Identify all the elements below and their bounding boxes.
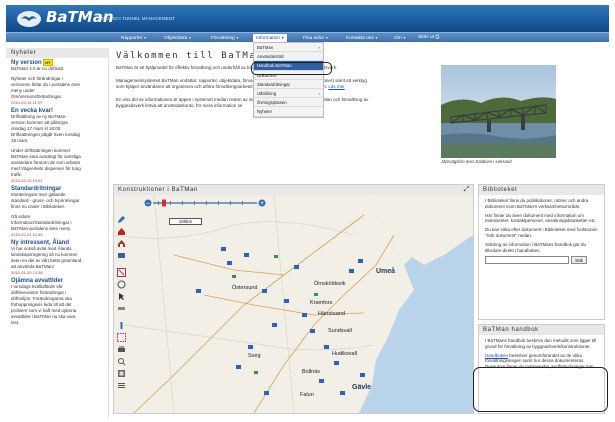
printer-icon: ⎙ bbox=[435, 35, 440, 40]
city-label: Härnösand bbox=[318, 311, 345, 317]
legend-icon[interactable] bbox=[117, 381, 126, 390]
chevron-down-icon: ▼ bbox=[281, 36, 285, 40]
nav-information[interactable]: Information▼ bbox=[253, 34, 288, 42]
info-icon[interactable] bbox=[117, 321, 126, 330]
handboken-link[interactable]: Handboken bbox=[485, 353, 508, 358]
svg-text:−: − bbox=[145, 200, 150, 207]
nav-forvaltning[interactable]: Förvaltning▼ bbox=[211, 34, 239, 42]
measure-icon[interactable] bbox=[117, 304, 126, 313]
news-item: Ojämna avvattlder I torsdags kvällutfärd… bbox=[11, 278, 105, 326]
select-area-icon[interactable] bbox=[117, 333, 126, 342]
handbok-title: BaTMan handbok bbox=[479, 325, 604, 335]
nav-skriv-ut[interactable]: Skriv ut ⎙ bbox=[418, 34, 439, 42]
house-red-icon[interactable] bbox=[117, 227, 126, 236]
expand-icon[interactable]: ⤢ bbox=[464, 186, 470, 194]
menu-item-ovningsplatsen[interactable]: Övningsplatsen bbox=[254, 98, 323, 108]
city-label: Umeå bbox=[376, 268, 396, 275]
document-search: Sök bbox=[485, 256, 598, 265]
read-more-link[interactable]: Läs mer bbox=[328, 84, 344, 89]
map-panel: Konstruktioner i BaTMan ⤢ − + 100km Umeå… bbox=[113, 184, 474, 414]
news-item-body: BaTMan 4.0 är nu driftsatt. Nyheter och … bbox=[11, 66, 81, 99]
main-nav: Rapporter▼ Objektdata▼ Förvaltning▼ Info… bbox=[6, 32, 609, 42]
logo-subtitle: BRO OCH TUNNEL MANAGEMENT bbox=[99, 16, 176, 21]
information-dropdown: BaTMan › Användarstöd Handbok BaTMan Doku… bbox=[253, 42, 324, 118]
news-list: Ny version NY BaTMan 4.0 är nu driftsatt… bbox=[6, 58, 108, 326]
news-item-date: 2010-02-01 12:45 bbox=[11, 232, 43, 237]
zoom-slider[interactable]: − + bbox=[144, 199, 267, 207]
city-label: Sveg bbox=[248, 353, 261, 359]
nav-kontakta-oss[interactable]: Kontakta oss▼ bbox=[346, 34, 378, 42]
new-badge: NY bbox=[43, 59, 53, 66]
bridge-photo bbox=[441, 65, 556, 158]
biblioteket-text-1: I Biblioteket finns du publikationer, ru… bbox=[485, 198, 589, 209]
news-title: Nyheter bbox=[6, 48, 108, 58]
city-label: Gävle bbox=[352, 384, 372, 391]
pan-icon[interactable] bbox=[117, 280, 126, 289]
biblioteket-title: Biblioteket bbox=[479, 185, 604, 195]
search-map-icon[interactable] bbox=[117, 357, 126, 366]
biblioteket-text-3: Du kan söka efter dokument i Biblioteket… bbox=[485, 227, 598, 238]
photo-caption: Järnvägsbro över Dalälven i Leksand bbox=[441, 159, 512, 164]
biblioteket-text-4: Sökning av information i BaTMans handbok… bbox=[485, 241, 587, 253]
chevron-down-icon: ▼ bbox=[325, 36, 329, 40]
chevron-down-icon: ▼ bbox=[235, 36, 240, 40]
chevron-down-icon: ▼ bbox=[374, 36, 379, 40]
svg-text:+: + bbox=[259, 200, 264, 207]
nav-om[interactable]: Om▼ bbox=[394, 34, 406, 42]
city-label: Hudiksvall bbox=[332, 351, 358, 357]
house-icon[interactable] bbox=[117, 239, 126, 248]
news-item-date: 2010-03-16 11:27 bbox=[11, 100, 43, 105]
menu-item-standardritningar[interactable]: Standardritningar bbox=[254, 80, 323, 89]
biblioteket-text-2: Här finner du även dokument med informat… bbox=[485, 212, 597, 224]
city-label: Sundsvall bbox=[328, 328, 352, 334]
batman-logo-icon[interactable] bbox=[16, 9, 42, 28]
pencil-icon[interactable] bbox=[117, 215, 126, 224]
search-button[interactable]: Sök bbox=[571, 256, 587, 265]
pointer-icon[interactable] bbox=[117, 292, 126, 301]
nav-objektdata[interactable]: Objektdata▼ bbox=[164, 34, 192, 42]
nav-rapporter[interactable]: Rapporter▼ bbox=[121, 34, 147, 42]
news-item-body: Monteringsar över gällande standard - gru… bbox=[11, 192, 80, 231]
news-item: Standardritningar Monteringsar över gäll… bbox=[11, 186, 105, 237]
news-item-body: Vi har också avtal med Ålands landskapsre… bbox=[11, 246, 82, 269]
map-title: Konstruktioner i BaTMan ⤢ bbox=[114, 185, 473, 195]
city-label: Örnsköldsvik bbox=[314, 281, 346, 287]
city-label: Falun bbox=[300, 392, 314, 398]
page-title: Välkommen till BaTMan bbox=[116, 51, 264, 61]
city-label: Kramfors bbox=[310, 300, 333, 306]
city-label: Östersund bbox=[232, 285, 258, 291]
news-item-body: Driftsättning av ny BaTMan-version komme… bbox=[11, 114, 81, 177]
chevron-right-icon: › bbox=[318, 90, 320, 96]
menu-item-anvandarstod[interactable]: Användarstöd bbox=[254, 52, 323, 62]
sweden-map[interactable] bbox=[114, 195, 473, 413]
news-item-date: 2010-03-10 10:01 bbox=[11, 178, 43, 183]
news-item-date: 2010-01-29 13:38 bbox=[11, 270, 43, 275]
news-item: Ny intressent, Åland Vi har också avtal … bbox=[11, 240, 105, 275]
city-label: Bollnäs bbox=[302, 369, 321, 375]
map-toolbar bbox=[117, 215, 128, 393]
chevron-down-icon: ▼ bbox=[143, 36, 147, 40]
news-item: En vecka kvar! Driftsättning av ny BaTMa… bbox=[11, 108, 105, 183]
news-sidebar: Nyheter Ny version NY BaTMan 4.0 är nu d… bbox=[6, 48, 109, 418]
export-icon[interactable] bbox=[117, 369, 126, 378]
news-item-body: I torsdags kvällutfärde vår driftleverant… bbox=[11, 284, 77, 325]
print-map-icon[interactable] bbox=[117, 345, 126, 354]
highlight-ring bbox=[251, 62, 332, 75]
chevron-down-icon: ▼ bbox=[188, 36, 192, 40]
document-search-input[interactable] bbox=[485, 256, 569, 265]
header-banner: BaTMan BRO OCH TUNNEL MANAGEMENT bbox=[6, 5, 609, 32]
menu-item-utbildning[interactable]: Utbildning › bbox=[254, 89, 323, 99]
handbok-text-1: I BaTMans handbok beskrivs den metodik s… bbox=[485, 338, 597, 349]
highlight-ring bbox=[473, 367, 608, 412]
news-item: Ny version NY BaTMan 4.0 är nu driftsatt… bbox=[11, 59, 105, 105]
biblioteket-panel: Biblioteket I Biblioteket finns du publi… bbox=[478, 184, 605, 320]
menu-item-nyheter[interactable]: Nyheter bbox=[254, 107, 323, 117]
zoom-box-icon[interactable] bbox=[117, 268, 126, 277]
menu-item-batman[interactable]: BaTMan › bbox=[254, 43, 323, 53]
scale-bar: 100km bbox=[169, 218, 202, 225]
chevron-down-icon: ▼ bbox=[402, 36, 407, 40]
layers-icon[interactable] bbox=[117, 251, 126, 260]
chevron-right-icon: › bbox=[318, 45, 320, 50]
nav-fina-sidor[interactable]: Fina sidor▼ bbox=[303, 34, 329, 42]
